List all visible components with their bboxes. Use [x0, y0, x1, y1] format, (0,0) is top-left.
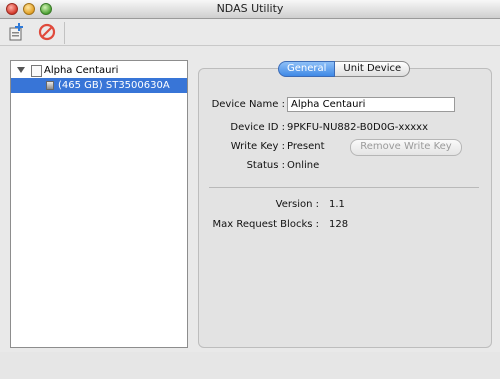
tree-item-unit-device[interactable]: (465 GB) ST3500630A	[11, 78, 187, 93]
device-icon	[31, 65, 42, 77]
ndas-utility-window: NDAS Utility Alpha Centauri (465 GB) ST3…	[0, 0, 500, 379]
tab-unit-device[interactable]: Unit Device	[335, 61, 411, 77]
tree-host-label: Alpha Centauri	[44, 65, 119, 76]
section-divider	[209, 187, 479, 188]
version-value: 1.1	[329, 199, 345, 210]
status-value: Online	[287, 160, 320, 171]
tree-unit-label: (465 GB) ST3500630A	[58, 80, 170, 91]
device-name-field[interactable]: Alpha Centauri	[287, 97, 455, 112]
toolbar	[0, 19, 500, 46]
write-key-label: Write Key :	[230, 141, 285, 152]
max-request-blocks-value: 128	[329, 219, 349, 230]
max-request-blocks-label: Max Request Blocks :	[212, 219, 319, 230]
status-label: Status :	[246, 160, 285, 171]
window-bottom-bar	[0, 352, 500, 379]
disclosure-triangle-icon[interactable]	[17, 67, 25, 73]
disk-icon	[46, 81, 54, 90]
device-tree[interactable]: Alpha Centauri (465 GB) ST3500630A	[10, 60, 188, 348]
register-device-icon[interactable]	[8, 23, 26, 41]
tab-general[interactable]: General	[278, 61, 336, 77]
tree-item-host[interactable]: Alpha Centauri	[11, 63, 187, 78]
unregister-icon[interactable]	[38, 23, 56, 41]
tab-bar: General Unit Device	[278, 61, 411, 77]
device-id-value: 9PKFU-NU882-B0D0G-xxxxx	[287, 122, 429, 133]
window-title: NDAS Utility	[216, 2, 284, 15]
title-bar[interactable]: NDAS Utility	[0, 0, 500, 19]
device-id-label: Device ID :	[230, 122, 285, 133]
toolbar-divider	[64, 22, 65, 44]
device-name-label: Device Name :	[211, 99, 285, 110]
version-label: Version :	[275, 199, 319, 210]
write-key-value: Present	[287, 141, 325, 152]
remove-write-key-button[interactable]: Remove Write Key	[350, 139, 462, 156]
